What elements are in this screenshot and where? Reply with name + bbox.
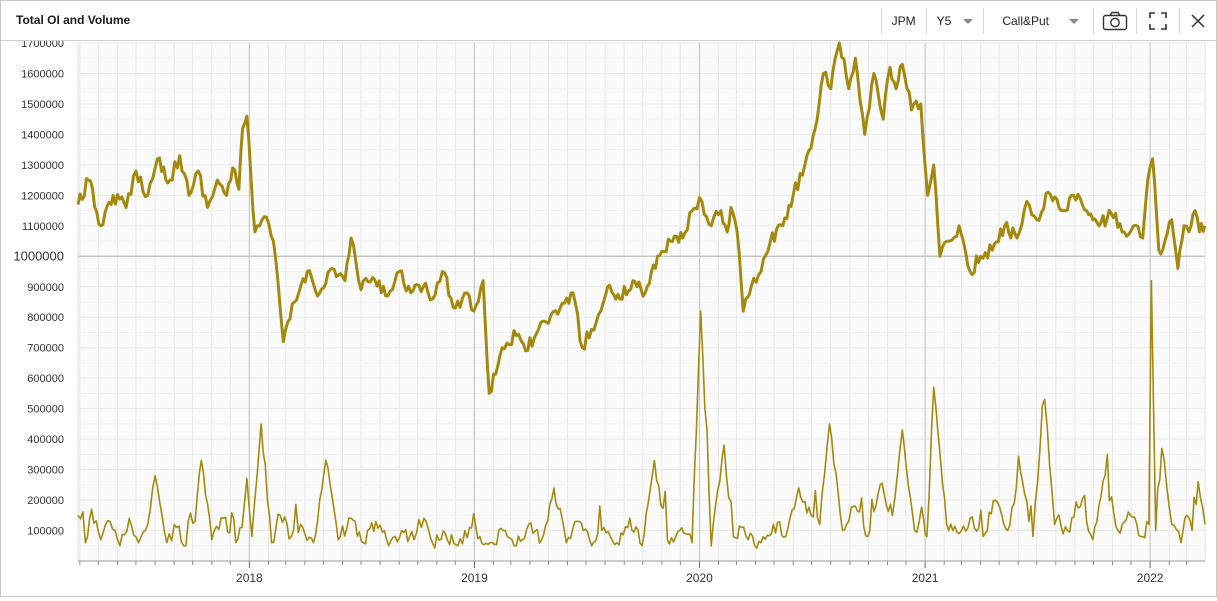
y-tick-label: 700000 bbox=[27, 343, 64, 355]
close-button[interactable] bbox=[1180, 1, 1216, 40]
chart-title: Total OI and Volume bbox=[16, 13, 131, 27]
y-tick-label: 600000 bbox=[27, 373, 64, 385]
camera-icon bbox=[1102, 11, 1128, 30]
y-tick-label: 500000 bbox=[27, 404, 64, 416]
close-icon bbox=[1191, 13, 1205, 28]
period-label: Y5 bbox=[936, 13, 952, 28]
period-dropdown[interactable]: Y5 bbox=[927, 1, 984, 40]
screenshot-button[interactable] bbox=[1094, 1, 1136, 40]
chevron-down-icon bbox=[963, 19, 974, 24]
y-tick-label: 1100000 bbox=[22, 221, 64, 233]
y-tick-label: 1600000 bbox=[21, 68, 64, 80]
y-tick-label: 300000 bbox=[27, 465, 64, 477]
x-tick-label: 2020 bbox=[686, 571, 713, 585]
y-tick-label: 1300000 bbox=[21, 160, 64, 172]
total-oi-volume-chart[interactable]: 100000 200000 300000 400000 500000 600000 7000… bbox=[1, 38, 1216, 596]
y-tick-label: 200000 bbox=[27, 495, 64, 507]
y-tick-label: 400000 bbox=[27, 434, 64, 446]
chart-area: 100000 200000 300000 400000 500000 600000 7000… bbox=[1, 38, 1216, 596]
symbol-selector[interactable]: JPM bbox=[882, 1, 926, 40]
chevron-down-icon bbox=[1069, 19, 1079, 24]
x-tick-label: 2018 bbox=[236, 571, 263, 585]
x-tick-label: 2021 bbox=[912, 571, 939, 585]
option-type-label: Call&Put bbox=[1002, 13, 1049, 28]
y-tick-label: 1000000 bbox=[13, 248, 64, 263]
y-tick-label: 800000 bbox=[27, 312, 64, 324]
fullscreen-button[interactable] bbox=[1137, 1, 1179, 40]
option-type-dropdown[interactable]: Call&Put bbox=[984, 1, 1093, 40]
toolbar: JPM Y5 Call&Put bbox=[880, 1, 1216, 40]
window-header: Total OI and Volume JPM Y5 Call&Put bbox=[1, 1, 1216, 41]
x-tick-label: 2022 bbox=[1137, 571, 1164, 585]
y-tick-label: 1400000 bbox=[21, 129, 64, 141]
y-tick-label: 900000 bbox=[27, 282, 64, 294]
fullscreen-icon bbox=[1149, 11, 1167, 30]
symbol-label: JPM bbox=[891, 13, 916, 28]
chart-window: Total OI and Volume JPM Y5 Call&Put 1000… bbox=[0, 0, 1217, 597]
y-tick-label: 1700000 bbox=[21, 41, 64, 50]
y-tick-label: 100000 bbox=[27, 526, 64, 538]
y-tick-label: 1200000 bbox=[21, 190, 64, 202]
y-tick-label: 1500000 bbox=[21, 99, 64, 111]
x-tick-label: 2019 bbox=[461, 571, 488, 585]
